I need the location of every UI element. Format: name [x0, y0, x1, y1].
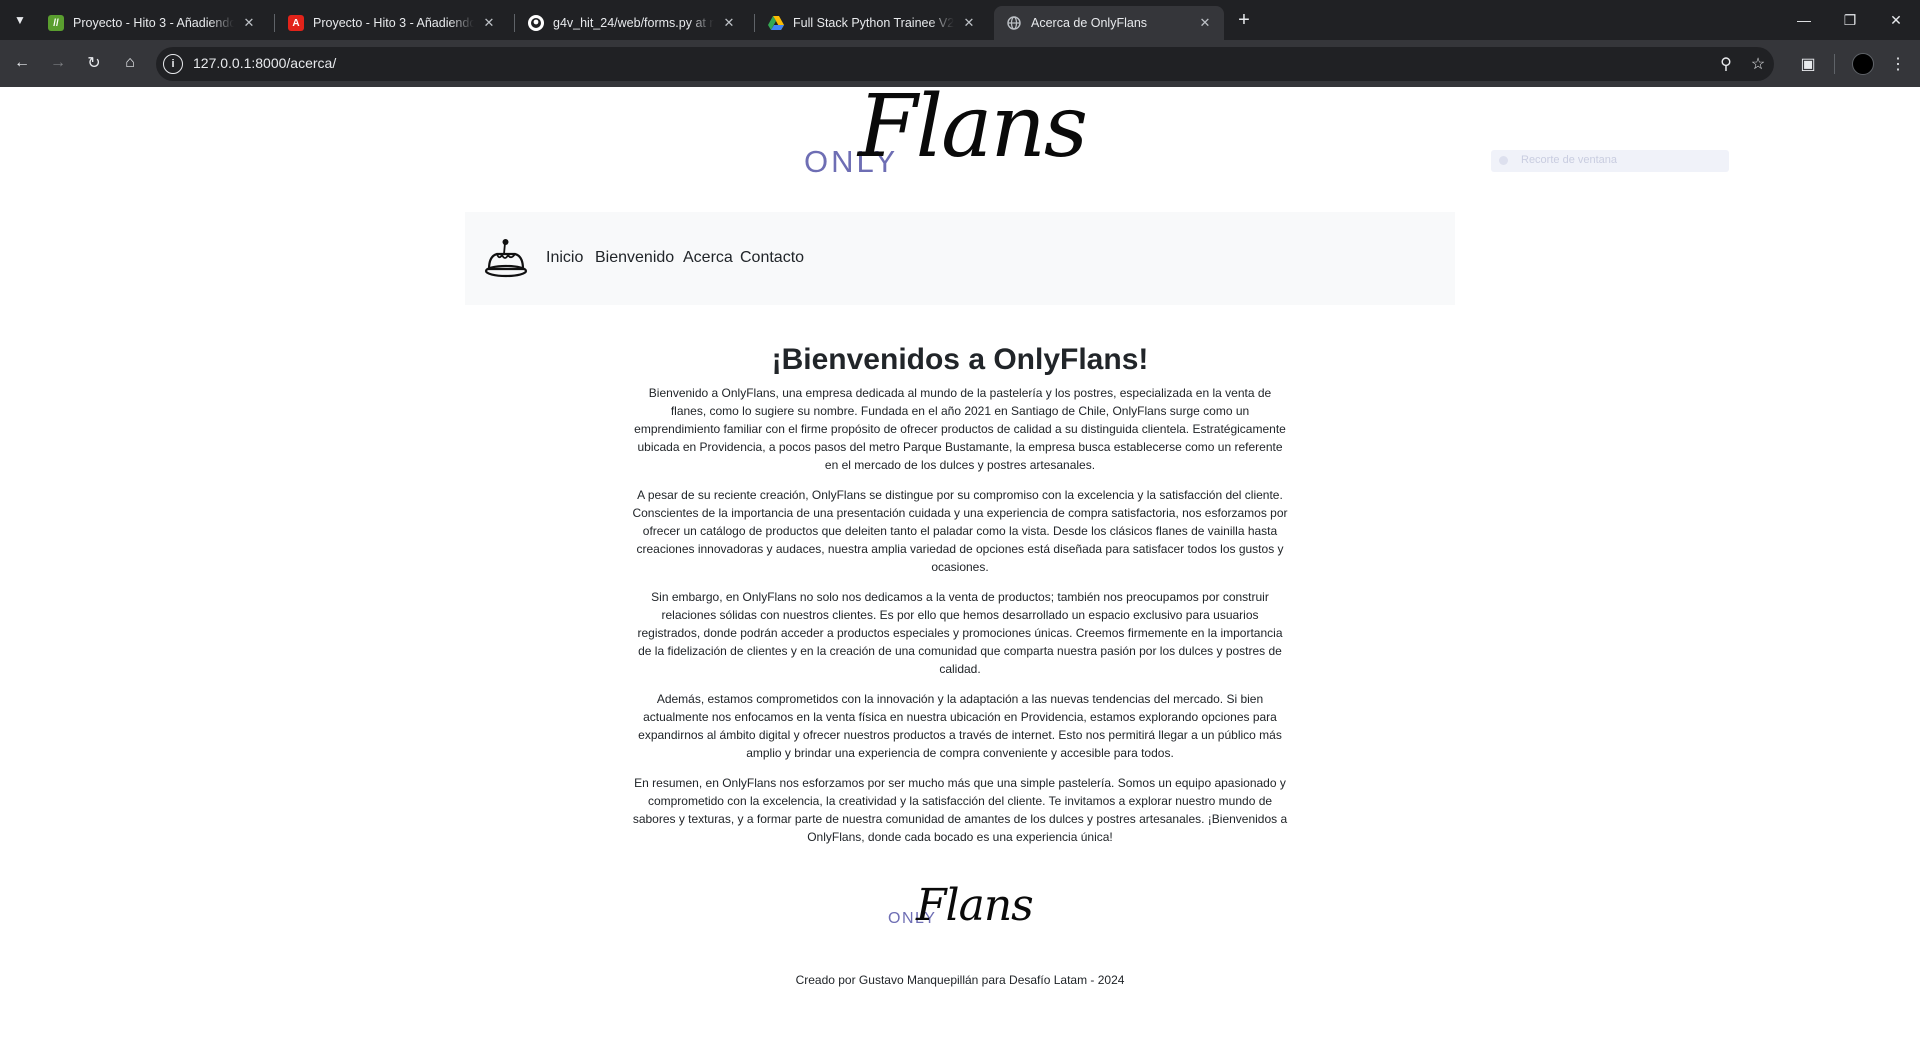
restore-icon[interactable]: ❐ [1827, 0, 1873, 40]
tab-close-icon[interactable]: ✕ [720, 14, 738, 32]
kebab-menu-icon[interactable]: ⋮ [1884, 50, 1912, 78]
tab-search-chevron-icon[interactable]: ▼ [8, 8, 32, 32]
forward-arrow-icon[interactable]: → [44, 49, 72, 77]
browser-tab-strip: ▼ // Proyecto - Hito 3 - Añadiendo l ✕ A… [0, 0, 1920, 40]
about-paragraph-4: Además, estamos comprometidos con la inn… [638, 692, 1282, 760]
browser-tab-3[interactable]: g4v_hit_24/web/forms.py at ma ✕ [516, 6, 748, 40]
tab-title: Proyecto - Hito 3 - Añadiendo l [313, 16, 474, 30]
about-paragraph-5: En resumen, en OnlyFlans nos esforzamos … [632, 776, 1288, 844]
tab-close-icon[interactable]: ✕ [1196, 14, 1214, 32]
drive-icon [768, 15, 784, 31]
tab-title: g4v_hit_24/web/forms.py at ma [553, 16, 714, 30]
home-icon[interactable]: ⌂ [116, 49, 144, 77]
nav-link-inicio[interactable]: Inicio [546, 249, 583, 267]
address-url[interactable]: 127.0.0.1:8000/acerca/ [193, 55, 336, 71]
tab-separator [514, 14, 515, 32]
back-arrow-icon[interactable]: ← [8, 49, 36, 77]
tab-close-icon[interactable]: ✕ [480, 14, 498, 32]
snip-overlay: Recorte de ventana [1491, 150, 1729, 172]
extensions-puzzle-icon[interactable]: ▣ [1794, 50, 1822, 78]
tab-close-icon[interactable]: ✕ [240, 14, 258, 32]
nav-link-acerca[interactable]: Acerca [683, 249, 733, 267]
pdf-icon: A [288, 15, 304, 31]
tab-title: Full Stack Python Trainee V2.0 C [793, 16, 954, 30]
github-icon [528, 15, 544, 31]
logo-flans-text: Flans [858, 77, 1088, 177]
tab-separator [274, 14, 275, 32]
nav-link-contacto[interactable]: Contacto [740, 249, 804, 267]
toolbar-divider [1834, 54, 1835, 74]
about-paragraph-1: Bienvenido a OnlyFlans, una empresa dedi… [634, 386, 1286, 472]
tab-title: Proyecto - Hito 3 - Añadiendo l [73, 16, 234, 30]
tab-title: Acerca de OnlyFlans [1031, 16, 1148, 30]
about-paragraph-3: Sin embargo, en OnlyFlans no solo nos de… [637, 590, 1283, 676]
tab-close-icon[interactable]: ✕ [960, 14, 978, 32]
browser-tab-5-active[interactable]: Acerca de OnlyFlans ✕ [994, 6, 1224, 40]
minimize-icon[interactable]: — [1781, 0, 1827, 40]
zoom-icon[interactable]: ⚲ [1712, 50, 1740, 78]
site-navbar: Inicio Bienvenido Acerca Contacto [465, 212, 1455, 305]
new-tab-plus-icon[interactable]: + [1232, 8, 1256, 32]
about-paragraph-2: A pesar de su reciente creación, OnlyFla… [632, 488, 1288, 574]
browser-tab-4[interactable]: Full Stack Python Trainee V2.0 C ✕ [756, 6, 988, 40]
window-close-icon[interactable]: ✕ [1873, 0, 1919, 40]
site-info-icon[interactable]: i [163, 54, 183, 74]
tab-separator [754, 14, 755, 32]
footer-logo-flans-text: Flans [916, 880, 1034, 931]
footer-credit: Creado por Gustavo Manquepillán para Des… [795, 973, 1125, 987]
nav-link-bienvenido[interactable]: Bienvenido [595, 249, 674, 267]
snip-overlay-label: Recorte de ventana [1521, 154, 1618, 166]
about-content: ¡Bienvenidos a OnlyFlans! Bienvenido a O… [632, 340, 1288, 858]
snip-dot-icon [1499, 156, 1508, 165]
bookmark-star-icon[interactable]: ☆ [1744, 50, 1772, 78]
page-title: ¡Bienvenidos a OnlyFlans! [771, 343, 1149, 376]
browser-tab-2[interactable]: A Proyecto - Hito 3 - Añadiendo l ✕ [276, 6, 508, 40]
reload-icon[interactable]: ↻ [80, 49, 108, 77]
browser-tab-1[interactable]: // Proyecto - Hito 3 - Añadiendo l ✕ [36, 6, 268, 40]
flan-cake-icon[interactable] [483, 236, 529, 280]
profile-avatar-icon[interactable] [1852, 53, 1874, 75]
address-bar[interactable] [156, 47, 1774, 81]
globe-icon [1006, 15, 1022, 31]
pen-icon: // [48, 15, 64, 31]
